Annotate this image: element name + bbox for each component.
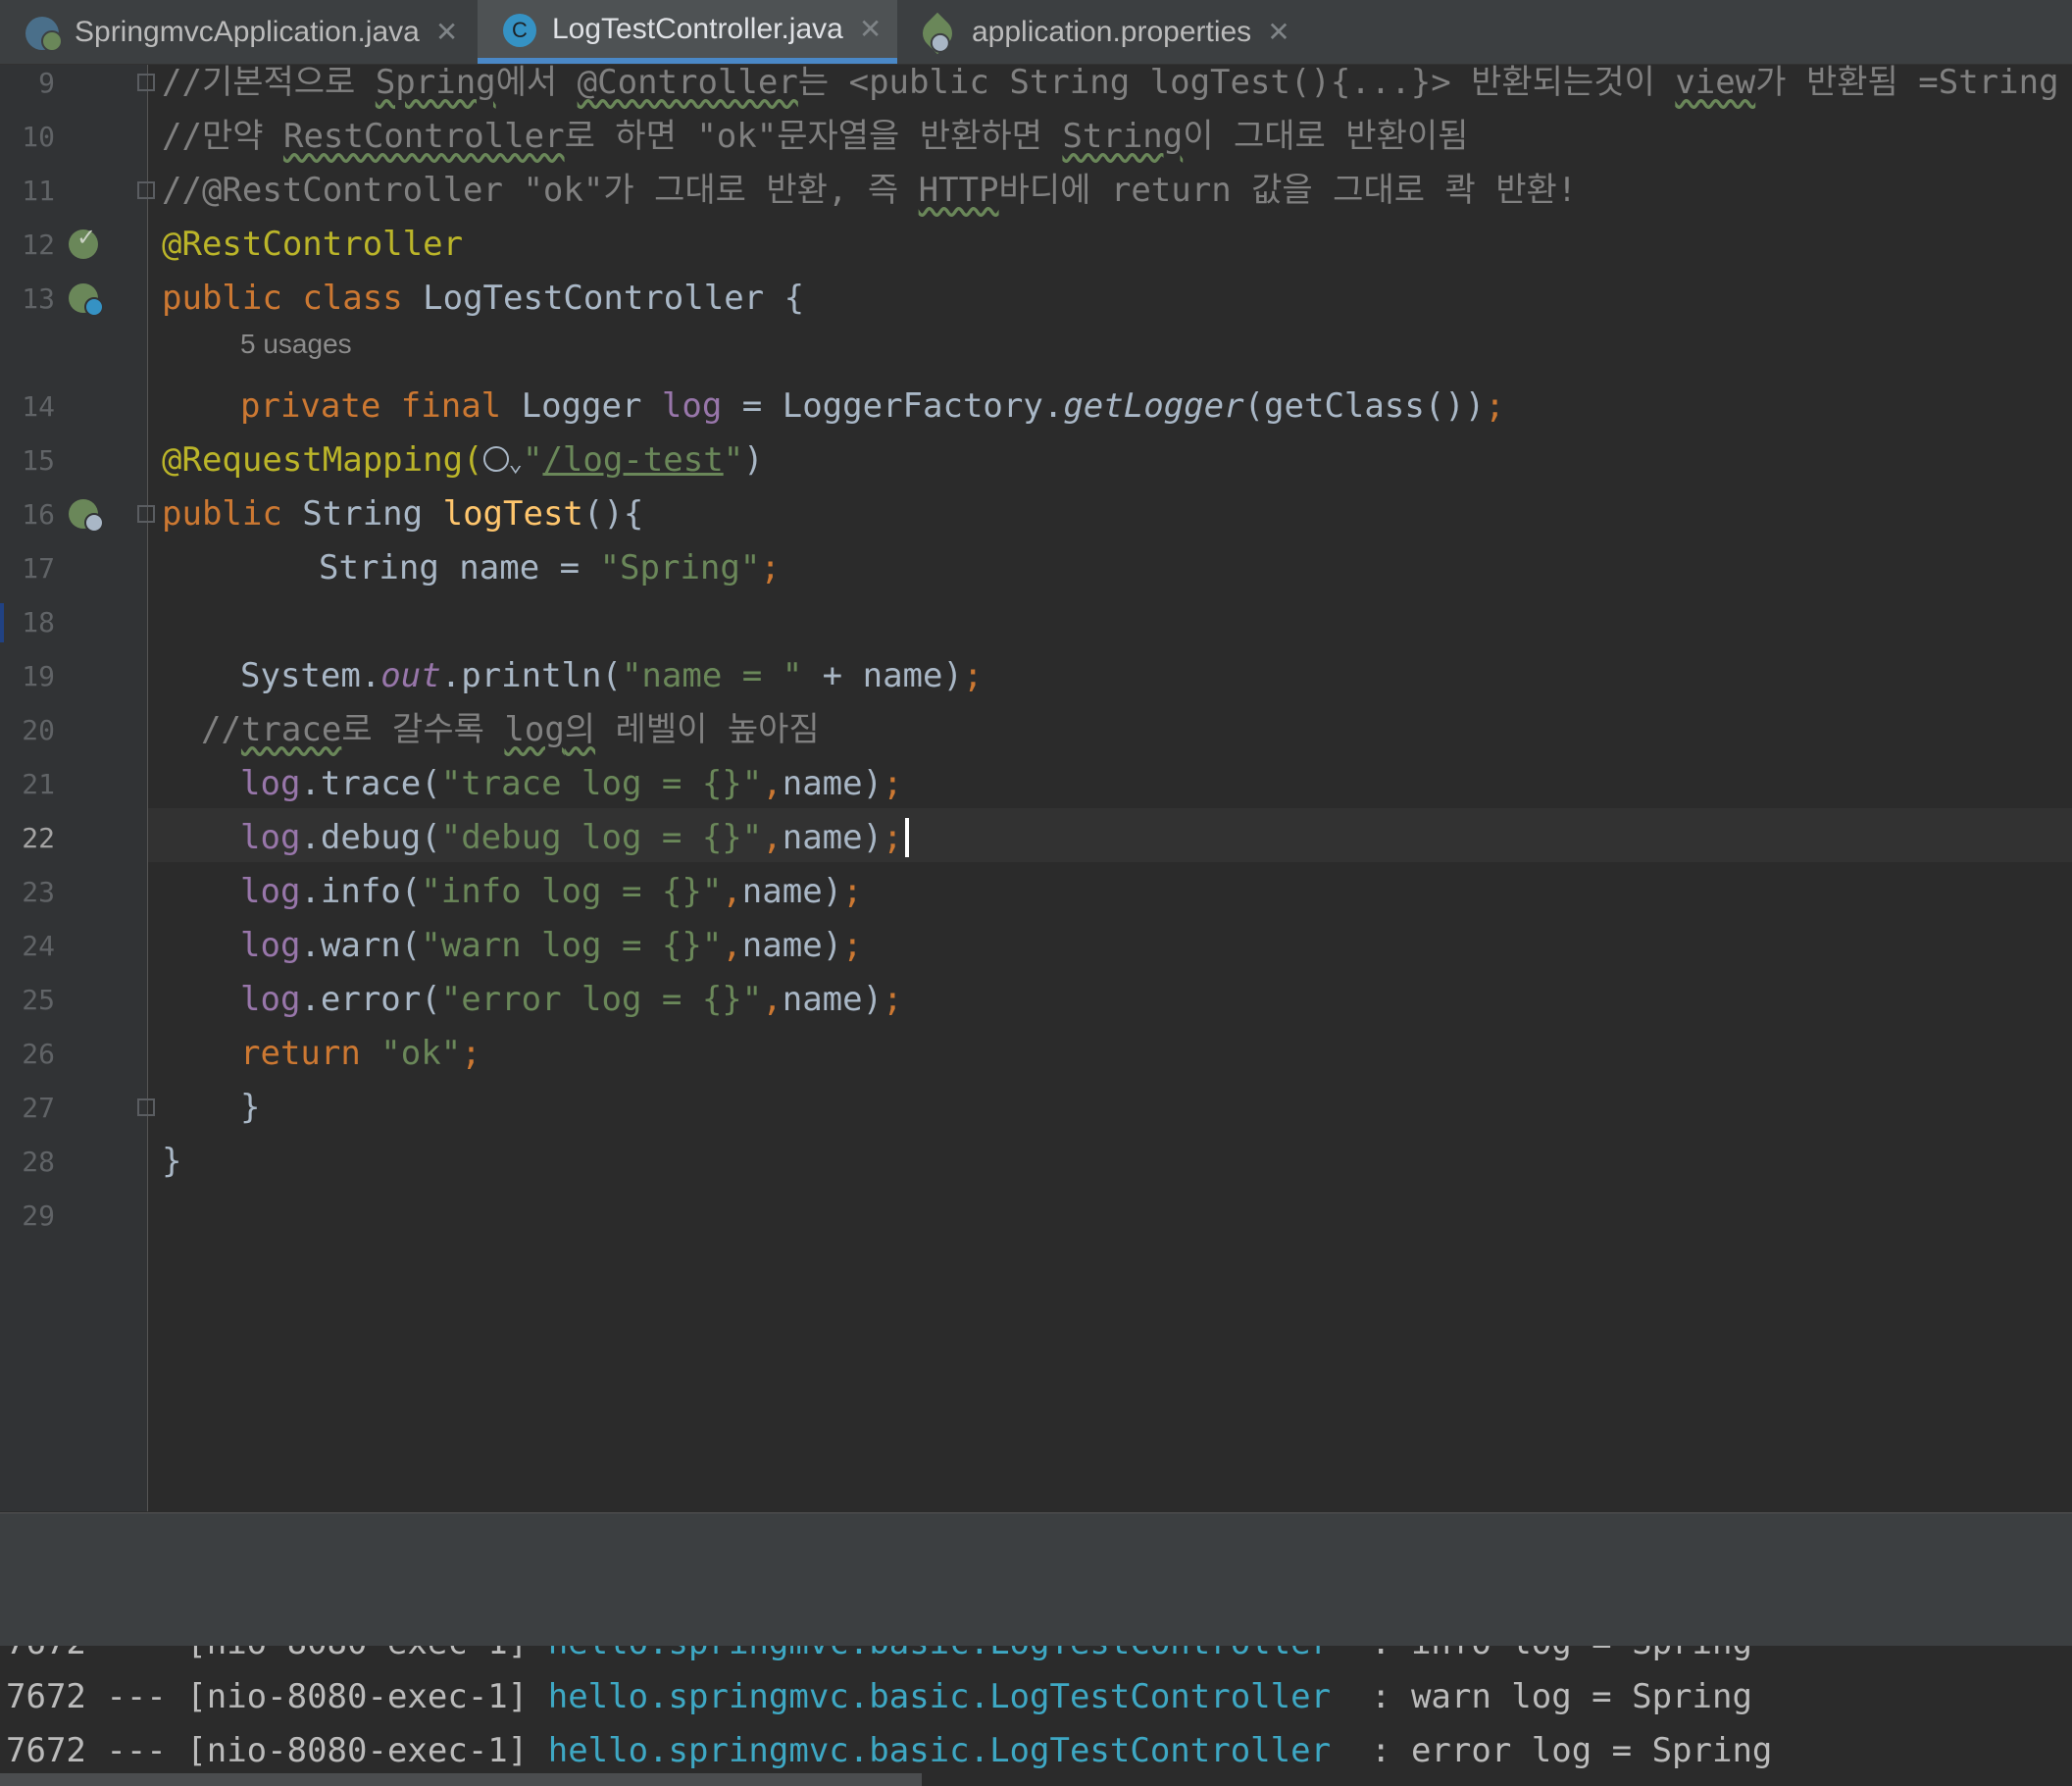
code-line-18: 18 [0, 595, 2072, 649]
line-number: 11 [22, 175, 55, 207]
code-text: log.debug("debug log = {}",name); [240, 811, 909, 865]
line-number: 26 [22, 1038, 55, 1070]
line-number: 13 [22, 282, 55, 315]
fold-icon[interactable] [137, 1098, 155, 1116]
code-line-26: 26 return "ok"; [0, 1027, 2072, 1081]
line-number: 16 [22, 498, 55, 531]
tool-window-divider[interactable] [0, 1512, 2072, 1647]
line-number: 25 [22, 984, 55, 1016]
code-text: @RequestMapping(⌄"/log-test") [162, 440, 764, 480]
tab-label: application.properties [972, 15, 1252, 48]
fold-icon[interactable] [137, 181, 155, 199]
code-text: } [162, 1142, 182, 1181]
code-text: log.warn("warn log = {}",name); [240, 926, 863, 965]
line-number: 15 [22, 444, 55, 477]
line-number: 17 [22, 552, 55, 585]
code-line-14: 14 private final Logger log = LoggerFact… [0, 380, 2072, 434]
globe-icon[interactable] [482, 445, 509, 472]
endpoint-link[interactable]: /log-test [542, 440, 723, 480]
line-number: 22 [22, 822, 55, 854]
code-text: @RestController [162, 225, 464, 264]
code-line-20: 20 //trace로 갈수록 log의 레벨이 높아짐 [0, 703, 2072, 757]
code-line-28: 28 } [0, 1135, 2072, 1189]
line-number: 23 [22, 876, 55, 908]
code-line-19: 19 System.out.println("name = " + name); [0, 649, 2072, 703]
console-line: 7672 --- [nio-8080-exec-1] hello.springm… [6, 1646, 1752, 1670]
code-text: log.trace("trace log = {}",name); [240, 764, 903, 803]
spring-app-icon [24, 13, 63, 52]
close-icon[interactable]: ✕ [859, 13, 882, 45]
code-line-29: 29 [0, 1189, 2072, 1243]
code-line-9: 9 //기본적으로 Spring에서 @Controller는 <public … [0, 56, 2072, 110]
horizontal-scrollbar[interactable] [0, 1773, 922, 1786]
code-text: //만약 RestController로 하면 "ok"문자열을 반환하면 St… [162, 117, 1469, 156]
code-line-25: 25 log.error("error log = {}",name); [0, 973, 2072, 1027]
usages-hint[interactable]: 5 usages [240, 329, 352, 360]
code-line-16: 16 public String logTest(){ [0, 487, 2072, 541]
code-text: //@RestController "ok"가 그대로 반환, 즉 HTTP바디… [162, 171, 1578, 210]
run-console[interactable]: 7672 --- [nio-8080-exec-1] hello.springm… [0, 1646, 2072, 1786]
fold-icon[interactable] [137, 74, 155, 91]
console-line: 7672 --- [nio-8080-exec-1] hello.springm… [6, 1731, 1773, 1770]
line-number: 20 [22, 714, 55, 746]
code-text: System.out.println("name = " + name); [240, 656, 984, 695]
code-line-23: 23 log.info("info log = {}",name); [0, 865, 2072, 919]
line-number: 9 [38, 67, 55, 99]
line-number: 14 [22, 390, 55, 423]
line-number: 24 [22, 930, 55, 962]
class-icon: C [501, 10, 540, 49]
spring-bean-icon[interactable] [69, 283, 104, 317]
line-number: 10 [22, 121, 55, 153]
code-line-15: 15 @RequestMapping(⌄"/log-test") [0, 434, 2072, 487]
spring-endpoint-icon[interactable] [69, 499, 104, 533]
code-line-13: 13 public class LogTestController { [0, 272, 2072, 326]
close-icon[interactable]: ✕ [435, 16, 458, 48]
line-number: 21 [22, 768, 55, 800]
code-text: String name = "Spring"; [319, 548, 781, 587]
line-number: 19 [22, 660, 55, 692]
spring-properties-icon [916, 12, 960, 54]
chevron-down-icon[interactable]: ⌄ [509, 449, 523, 477]
code-line-22: 22 log.debug("debug log = {}",name); [0, 811, 2072, 865]
code-line-11: 11 //@RestController "ok"가 그대로 반환, 즉 HTT… [0, 164, 2072, 218]
code-text: } [240, 1088, 261, 1127]
tab-springmvc-application[interactable]: SpringmvcApplication.java ✕ [0, 0, 471, 64]
line-number: 12 [22, 229, 55, 261]
code-line-10: 10 //만약 RestController로 하면 "ok"문자열을 반환하면… [0, 110, 2072, 164]
tab-label: SpringmvcApplication.java [75, 15, 420, 48]
console-line: 7672 --- [nio-8080-exec-1] hello.springm… [6, 1677, 1752, 1716]
code-text: return "ok"; [240, 1034, 481, 1073]
line-number: 18 [22, 606, 55, 638]
code-line-24: 24 log.warn("warn log = {}",name); [0, 919, 2072, 973]
code-text: //trace로 갈수록 log의 레벨이 높아짐 [201, 710, 820, 749]
fold-icon[interactable] [137, 505, 155, 523]
code-line-27: 27 } [0, 1081, 2072, 1135]
code-text: public class LogTestController { [162, 279, 805, 318]
code-line-12: 12 @RestController [0, 218, 2072, 272]
code-text: log.error("error log = {}",name); [240, 980, 903, 1019]
spring-bean-check-icon[interactable] [69, 224, 98, 259]
line-number: 28 [22, 1146, 55, 1178]
tab-log-test-controller[interactable]: C LogTestController.java ✕ [478, 0, 897, 64]
tab-label: LogTestController.java [552, 12, 843, 45]
line-number: 29 [22, 1199, 55, 1232]
close-icon[interactable]: ✕ [1267, 16, 1289, 48]
text-caret [904, 817, 909, 857]
code-line-21: 21 log.trace("trace log = {}",name); [0, 757, 2072, 811]
tab-application-properties[interactable]: application.properties ✕ [897, 0, 1309, 64]
code-text: public String logTest(){ [162, 494, 644, 534]
code-line-17: 17 String name = "Spring"; [0, 541, 2072, 595]
code-text: private final Logger log = LoggerFactory… [240, 386, 1505, 426]
line-number: 27 [22, 1092, 55, 1124]
code-text: log.info("info log = {}",name); [240, 872, 863, 911]
code-text: //기본적으로 Spring에서 @Controller는 <public St… [162, 63, 2059, 102]
